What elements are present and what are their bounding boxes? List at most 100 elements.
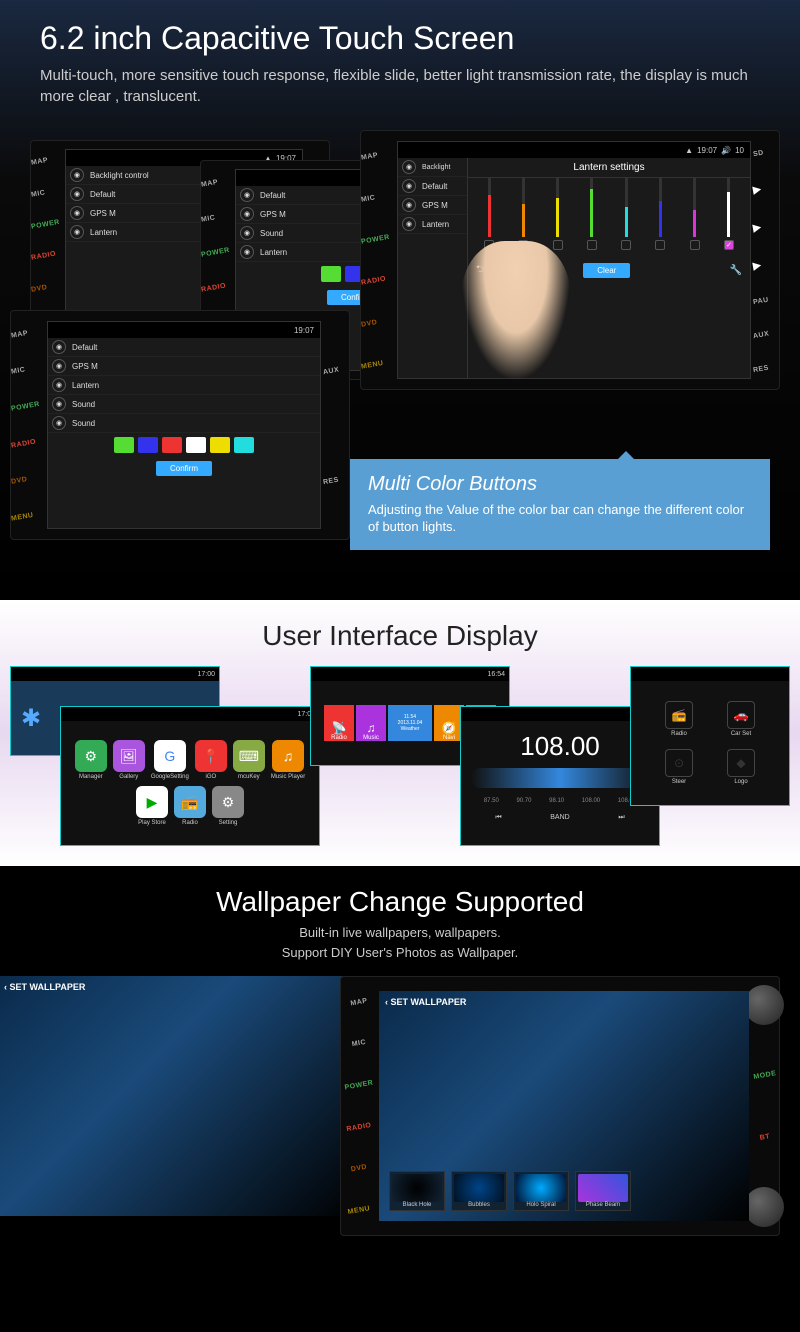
icon: ◉ [402,217,416,231]
section1-title: 6.2 inch Capacitive Touch Screen [40,20,760,57]
swatch[interactable] [162,437,182,453]
app-manager[interactable]: ⚙ [75,740,107,772]
slider-red[interactable] [485,177,493,250]
checkbox[interactable] [587,240,597,250]
slider-green[interactable] [588,177,596,250]
confirm-button[interactable]: Confirm [156,461,212,476]
device-front-left: MAP MIC POWER RADIO DVD MENU AUX RES 19:… [10,310,350,540]
app-google[interactable]: G [154,740,186,772]
tile-radio[interactable]: 📡Radio [324,705,354,741]
tile-weather[interactable]: 11.542013.11.04Weather [388,705,432,741]
section3-desc1: Built-in live wallpapers, wallpapers. [0,924,800,942]
icon: ◉ [52,340,66,354]
app-setting[interactable]: ⚙ [212,786,244,818]
swatch[interactable] [186,437,206,453]
lantern-settings-title: Lantern settings [468,158,750,178]
checkbox[interactable] [553,240,563,250]
slider-yellow[interactable] [554,177,562,250]
status-bar: 19:07 [48,322,320,338]
icon: ◉ [402,179,416,193]
icon-radio[interactable]: 📻 [665,701,693,729]
back-icon[interactable]: ⮌ [476,262,484,279]
app-radio[interactable]: 📻 [174,786,206,818]
callout-multi-color: Multi Color Buttons Adjusting the Value … [350,459,770,550]
checkbox[interactable] [690,240,700,250]
settings-icon[interactable]: 🔧 [730,265,742,276]
back-icon[interactable]: ‹ [385,997,388,1007]
slider-magenta[interactable] [691,177,699,250]
device-side-left: MAP MIC POWER RADIO DVD MENU [11,311,43,539]
radio-frequency: 108.00 [471,731,649,762]
ui-display-section: User Interface Display EINCAR® 17:00 ✱ 1… [0,600,800,866]
color-swatches [48,433,320,457]
app-igo[interactable]: 📍 [195,740,227,772]
app-playstore[interactable]: ▶ [136,786,168,818]
device-side-left: MAP MIC POWER RADIO DVD MENU [361,131,393,389]
app-mcukey[interactable]: ⌨ [233,740,265,772]
icon: ◉ [52,359,66,373]
back-icon[interactable]: ‹ [4,982,7,992]
slider-white[interactable]: ✓ [725,177,733,250]
ui-card-settings: 📻Radio 🚗Car Set ⊙Steer ◆Logo [630,666,790,806]
wallpaper-row: ‹ SET WALLPAPER MAP MIC POWER RADIO DVD … [0,976,800,1256]
device-cluster: MAP MIC POWER RADIO DVD MENU ▲ 19:07 ◉Ba… [0,130,800,570]
play-icon[interactable]: ▶ [752,256,780,271]
wallpaper-thumb[interactable]: Phase Beam [575,1171,631,1211]
device-screen: 19:07 ◉Default ◉GPS M ◉Lantern ◉Sound ◉S… [47,321,321,529]
next-icon[interactable]: ⏭ [618,814,624,822]
device-side-left: MAP MIC POWER RADIO DVD MENU [341,977,377,1235]
device-side-right: AUX RES [323,311,349,539]
checkbox[interactable] [484,240,494,250]
swatch[interactable] [234,437,254,453]
swatch[interactable] [114,437,134,453]
ui-thumbnails: 17:00 ✱ 17:00 ⚙Manager 🖼Gallery GGoogleS… [0,666,800,846]
wallpaper-preview-left: ‹ SET WALLPAPER [0,976,358,1216]
callout-title: Multi Color Buttons [368,473,752,496]
play-icon[interactable]: ▶ [752,218,780,233]
wallpaper-screen: ‹ SET WALLPAPER Black Hole Bubbles Holo … [379,991,749,1221]
section3-desc2: Support DIY User's Photos as Wallpaper. [0,944,800,962]
status-bar: ▲ 19:07 🔊 10 [398,142,750,158]
speaker-icon: ◉ [70,168,84,182]
speaker-icon: ◉ [70,187,84,201]
speaker-icon: ◉ [70,206,84,220]
wallpaper-thumb[interactable]: Holo Spiral [513,1171,569,1211]
app-music[interactable]: ♫ [272,740,304,772]
icon: ◉ [402,160,416,174]
radio-dial[interactable] [471,768,649,788]
icon: ◉ [52,378,66,392]
device-front-right: MAP MIC POWER RADIO DVD MENU SD ▶ ▶ ▶ PA… [360,130,780,390]
checkbox[interactable] [518,240,528,250]
volume-icon: 🔊 [721,146,731,155]
slider-cyan[interactable] [622,177,630,250]
device-screen: ▲ 19:07 🔊 10 ◉Backlight ◉Default ◉GPS M … [397,141,751,379]
play-icon[interactable]: ▶ [752,180,780,195]
wallpaper-thumb[interactable]: Bubbles [451,1171,507,1211]
app-gallery[interactable]: 🖼 [113,740,145,772]
wallpaper-thumb[interactable]: Black Hole [389,1171,445,1211]
checkbox[interactable] [655,240,665,250]
speaker-icon: ◉ [240,245,254,259]
prev-icon[interactable]: ⏮ [495,814,501,822]
clear-button[interactable]: Clear [583,263,630,278]
wallpaper-thumbs: Black Hole Bubbles Holo Spiral Phase Bea… [389,1171,631,1211]
callout-desc: Adjusting the Value of the color bar can… [368,502,752,536]
swatch[interactable] [138,437,158,453]
icon-logo[interactable]: ◆ [727,749,755,777]
bluetooth-icon: ✱ [21,704,41,733]
section3-title: Wallpaper Change Supported [0,886,800,918]
icon: ◉ [402,198,416,212]
swatch[interactable] [321,266,341,282]
checkbox[interactable] [621,240,631,250]
checkbox-checked[interactable]: ✓ [724,240,734,250]
icon-steer[interactable]: ⊙ [665,749,693,777]
section1-desc: Multi-touch, more sensitive touch respon… [40,65,760,107]
speaker-icon: ◉ [70,225,84,239]
wallpaper-device: MAP MIC POWER RADIO DVD MENU SD MODE BT … [340,976,780,1236]
swatch[interactable] [210,437,230,453]
tile-music[interactable]: ♫Music [356,705,386,741]
band-button[interactable]: BAND [550,814,569,822]
icon-carset[interactable]: 🚗 [727,701,755,729]
slider-blue[interactable] [656,177,664,250]
slider-orange[interactable] [519,177,527,250]
